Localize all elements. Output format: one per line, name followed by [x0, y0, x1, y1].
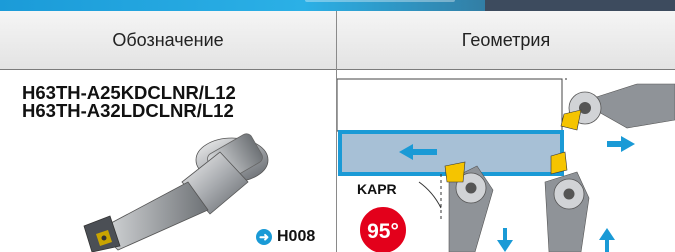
arrow-right-circle-icon: ➜	[256, 229, 272, 245]
feed-arrow-up-icon	[599, 228, 615, 252]
banner-text-stripe	[305, 0, 455, 2]
product-code-2: H63TH-A32LDCLNR/L12	[22, 100, 234, 121]
reference-page: H008	[277, 228, 316, 245]
insert-right	[550, 151, 568, 175]
feed-arrow-down-icon	[497, 228, 513, 252]
header-geometry: Геометрия	[461, 29, 551, 50]
insert-upper	[560, 109, 582, 131]
product-codes: H63TH-A25KDCLNR/L12 H63TH-A32LDCLNR/L12	[22, 83, 236, 121]
feed-arrow-right-icon	[607, 136, 635, 152]
tool-holder-image	[83, 133, 269, 252]
header-designation: Обозначение	[112, 29, 224, 50]
top-banner	[0, 0, 675, 11]
banner-dark-segment	[485, 0, 675, 11]
table-header: Обозначение Геометрия	[0, 11, 675, 70]
kapr-label: KAPR	[357, 181, 397, 197]
geometry-diagram: KAPR 95°	[337, 78, 675, 252]
reference-link[interactable]: ➜ H008	[256, 228, 315, 246]
kapr-angle-arc	[418, 181, 442, 209]
workpiece-wall	[337, 78, 563, 132]
angle-value: 95°	[367, 220, 399, 243]
